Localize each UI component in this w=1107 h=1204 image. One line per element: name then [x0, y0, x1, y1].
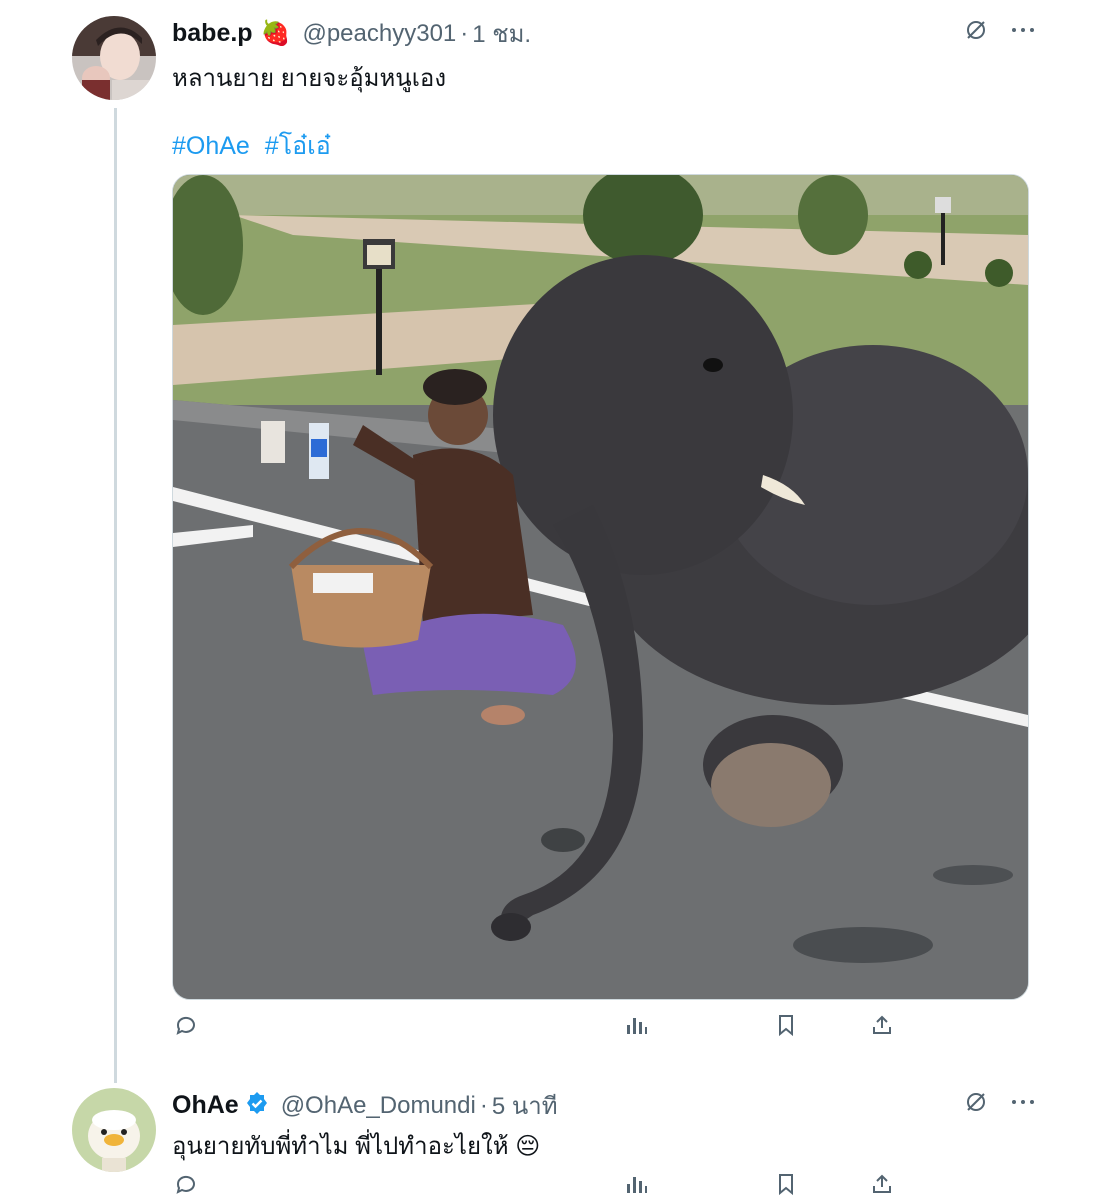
tweet-top-icons	[964, 18, 1036, 47]
display-name[interactable]: babe.p	[172, 19, 253, 48]
reply-actions	[172, 1172, 1027, 1204]
more-icon[interactable]	[1010, 18, 1036, 47]
separator-dot: ·	[460, 19, 469, 47]
reply-text: อุนยายทับพี่ทำไม พี่ไปทำอะไยให้ 😔	[172, 1133, 541, 1160]
avatar-image	[72, 16, 156, 100]
tweet-text: หลานยาย ยายจะอุ้มหนูเอง	[172, 65, 447, 92]
views-icon[interactable]	[624, 1013, 648, 1037]
verified-badge-icon	[245, 1091, 269, 1120]
reply-avatar[interactable]	[72, 1088, 156, 1172]
more-icon[interactable]	[1010, 1090, 1036, 1119]
avatar-image	[72, 1088, 156, 1172]
thread-line	[114, 108, 117, 1083]
grok-icon[interactable]	[964, 18, 988, 47]
hashtag-thai[interactable]: #โอ๋เอ๋	[265, 132, 331, 160]
share-icon[interactable]	[870, 1013, 894, 1037]
separator-dot: ·	[479, 1091, 488, 1119]
bookmark-icon[interactable]	[774, 1172, 798, 1196]
timestamp[interactable]: 1 ชม.	[472, 14, 531, 53]
tweet-actions	[172, 1013, 1027, 1045]
reply-icon[interactable]	[174, 1013, 198, 1037]
tweet-media-photo[interactable]	[172, 174, 1029, 1000]
views-icon[interactable]	[624, 1172, 648, 1196]
user-handle[interactable]: @peachyy301	[302, 20, 456, 48]
reply-top-icons	[964, 1090, 1036, 1119]
share-icon[interactable]	[870, 1172, 894, 1196]
bookmark-icon[interactable]	[774, 1013, 798, 1037]
hashtag-ohae[interactable]: #OhAe	[172, 132, 250, 160]
reply-icon[interactable]	[174, 1172, 198, 1196]
grok-icon[interactable]	[964, 1090, 988, 1119]
tweet-header: babe.p 🍓 @peachyy301 · 1 ชม.	[172, 14, 531, 53]
reply-header: OhAe @OhAe_Domundi · 5 นาที	[172, 1086, 558, 1125]
avatar[interactable]	[72, 16, 156, 100]
reply-user-handle[interactable]: @OhAe_Domundi	[281, 1092, 476, 1120]
strawberry-emoji: 🍓	[260, 20, 291, 47]
reply-display-name[interactable]: OhAe	[172, 1091, 239, 1120]
hashtags: #OhAe #โอ๋เอ๋	[172, 126, 339, 166]
reply-timestamp[interactable]: 5 นาที	[492, 1086, 558, 1125]
photo-elephant-with-woman	[173, 175, 1028, 999]
